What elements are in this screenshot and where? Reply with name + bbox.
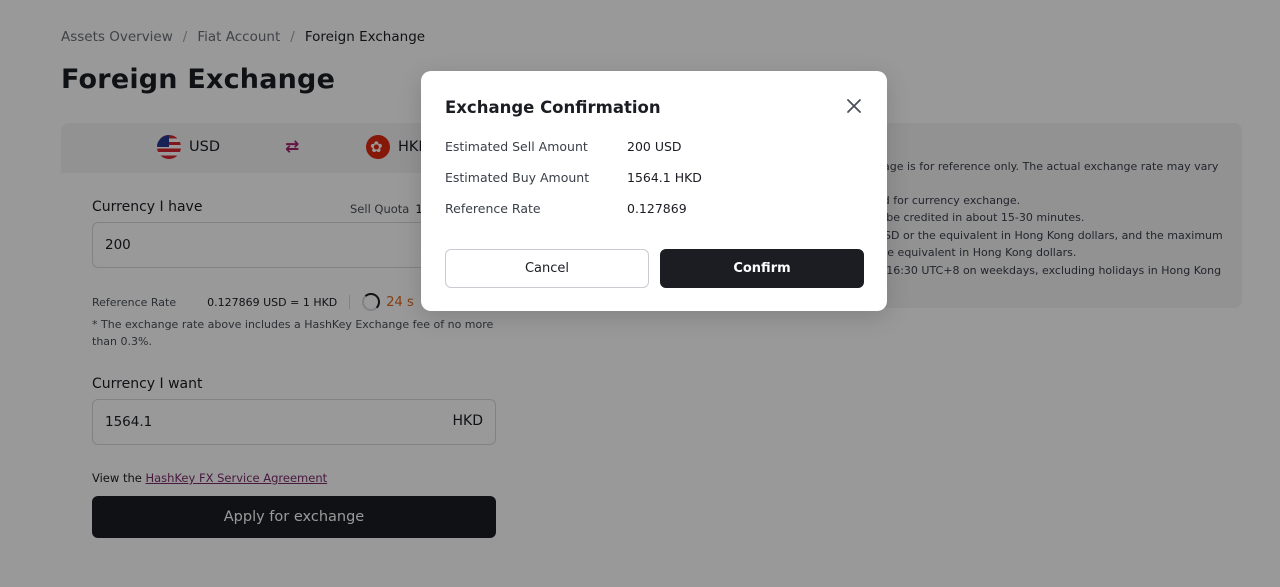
- buy-amount-value: 1564.1 HKD: [627, 170, 702, 185]
- modal-reference-rate-value: 0.127869: [627, 201, 687, 216]
- buy-amount-row: Estimated Buy Amount 1564.1 HKD: [445, 170, 702, 185]
- buy-amount-label: Estimated Buy Amount: [445, 170, 590, 185]
- close-icon[interactable]: [846, 98, 862, 114]
- cancel-button[interactable]: Cancel: [445, 249, 649, 288]
- reference-rate-confirm-row: Reference Rate 0.127869: [445, 201, 687, 216]
- modal-reference-rate-label: Reference Rate: [445, 201, 541, 216]
- confirm-button[interactable]: Confirm: [660, 249, 864, 288]
- sell-amount-value: 200 USD: [627, 139, 682, 154]
- sell-amount-row: Estimated Sell Amount 200 USD: [445, 139, 682, 154]
- exchange-confirmation-modal: Exchange Confirmation Estimated Sell Amo…: [421, 71, 887, 311]
- modal-title: Exchange Confirmation: [445, 98, 661, 117]
- sell-amount-label: Estimated Sell Amount: [445, 139, 588, 154]
